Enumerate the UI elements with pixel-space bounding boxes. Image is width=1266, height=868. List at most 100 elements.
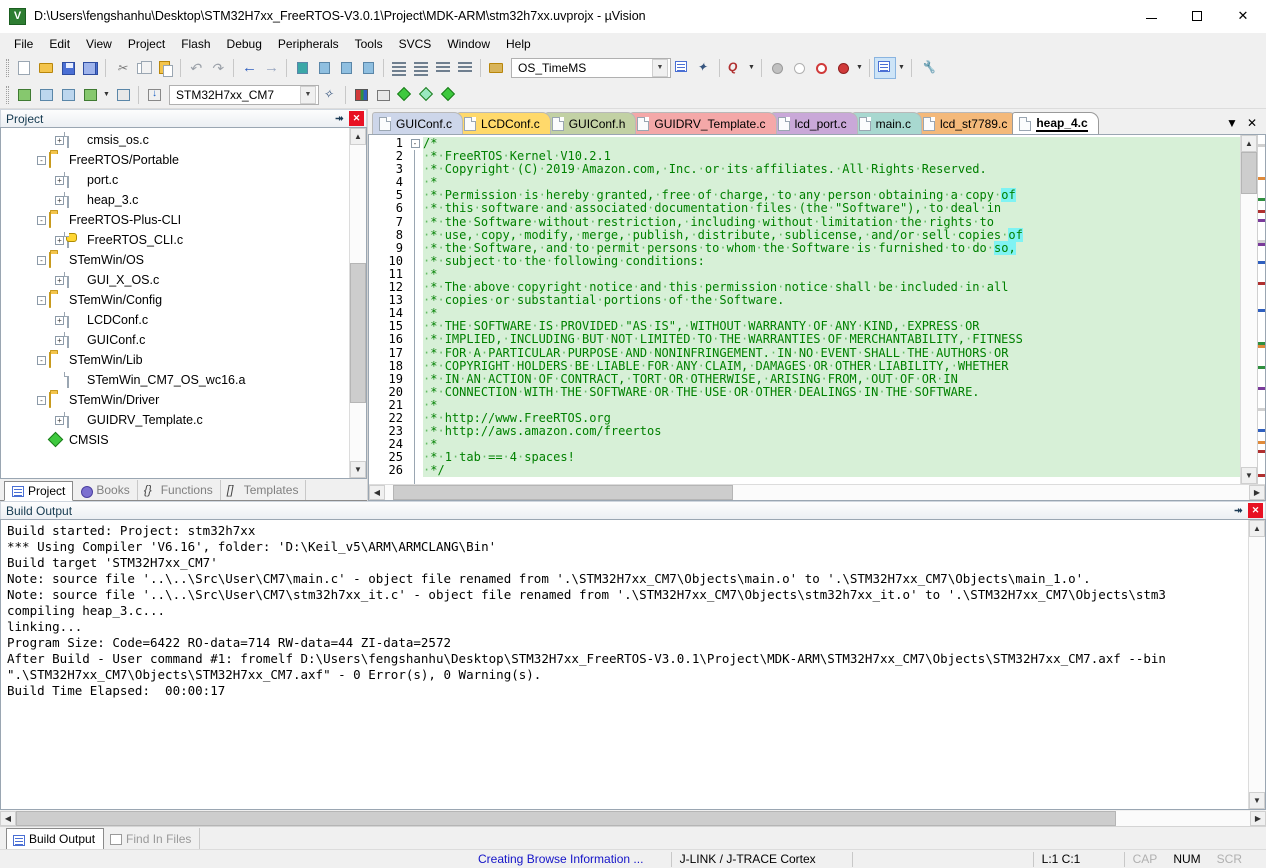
tree-item[interactable]: STemWin_CM7_OS_wc16.a [1, 370, 349, 390]
toolbar-grip[interactable] [6, 58, 9, 77]
undo-icon[interactable]: ↶ [185, 57, 207, 79]
scroll-up-icon[interactable]: ▲ [1241, 135, 1257, 152]
indent-right-icon[interactable] [388, 57, 410, 79]
scroll-track[interactable] [1241, 152, 1257, 467]
project-tree[interactable]: + cmsis_os.c - FreeRTOS/Portable + port.c + hea… [1, 128, 349, 478]
fold-toggle-icon[interactable]: - [407, 137, 423, 150]
tree-item[interactable]: + LCDConf.c [1, 310, 349, 330]
bookmark-nav-icon[interactable]: ✦ [693, 57, 715, 79]
expand-icon[interactable]: + [55, 335, 64, 345]
tab-books[interactable]: Books [73, 480, 138, 500]
expand-icon[interactable]: + [55, 235, 64, 245]
tree-item[interactable]: + GUI_X_OS.c [1, 270, 349, 290]
tree-item[interactable]: CMSIS [1, 430, 349, 450]
editor-tab[interactable]: GUIDRV_Template.c [630, 112, 777, 134]
editor-horizontal-scrollbar[interactable]: ◀ ▶ [369, 484, 1265, 500]
breakpoint-gray-icon[interactable] [766, 57, 788, 79]
tab-templates[interactable]: [] Templates [221, 480, 307, 500]
scroll-right-icon[interactable]: ▶ [1250, 810, 1266, 826]
rebuild-icon[interactable] [57, 84, 79, 106]
navigate-back-icon[interactable]: ← [238, 57, 260, 79]
expand-icon[interactable]: + [55, 195, 64, 205]
code-line[interactable]: ·*·IMPLIED,·INCLUDING·BUT·NOT·LIMITED·TO… [423, 333, 1240, 347]
tree-item[interactable]: + GUIConf.c [1, 330, 349, 350]
close-document-icon[interactable]: ✕ [1242, 113, 1262, 133]
collapse-icon[interactable]: - [37, 155, 46, 165]
code-text[interactable]: /* ·*·FreeRTOS·Kernel·V10.2.1 ·*·Copyright… [423, 135, 1240, 484]
expand-icon[interactable]: + [55, 315, 64, 325]
scroll-thumb[interactable] [1241, 152, 1257, 194]
scroll-down-icon[interactable]: ▼ [1241, 467, 1257, 484]
code-line[interactable]: ·*·this·software·and·associated·document… [423, 202, 1240, 216]
indent-left-icon[interactable] [410, 57, 432, 79]
fold-column[interactable]: - [407, 135, 423, 484]
tree-item[interactable]: - FreeRTOS/Portable [1, 150, 349, 170]
redo-icon[interactable]: ↷ [207, 57, 229, 79]
scroll-down-icon[interactable]: ▼ [350, 461, 366, 478]
menu-svcs[interactable]: SVCS [391, 35, 440, 53]
menu-file[interactable]: File [6, 35, 41, 53]
save-all-icon[interactable] [79, 57, 101, 79]
code-line[interactable]: ·*·http://aws.amazon.com/freertos [423, 424, 1240, 439]
code-line[interactable]: ·*·subject·to·the·following·conditions: [423, 254, 1240, 268]
collapse-icon[interactable]: - [37, 255, 46, 265]
os-event-combo[interactable]: OS_TimeMS ▼ [511, 57, 671, 78]
breakpoint-hollow-icon[interactable] [788, 57, 810, 79]
tree-item[interactable]: + port.c [1, 170, 349, 190]
tree-item[interactable]: + GUIDRV_Template.c [1, 410, 349, 430]
expand-icon[interactable]: + [55, 175, 64, 185]
menu-window[interactable]: Window [439, 35, 498, 53]
expand-icon[interactable]: + [55, 135, 64, 145]
build-icon[interactable] [35, 84, 57, 106]
code-line[interactable]: ·*·copies·or·substantial·portions·of·the… [423, 294, 1240, 308]
scroll-up-icon[interactable]: ▲ [350, 128, 366, 145]
scroll-up-icon[interactable]: ▲ [1249, 520, 1265, 537]
manage-project-items-icon[interactable] [372, 84, 394, 106]
scroll-track[interactable] [16, 810, 1250, 826]
previous-bookmark-icon[interactable] [335, 57, 357, 79]
save-icon[interactable] [57, 57, 79, 79]
collapse-icon[interactable]: - [37, 395, 46, 405]
open-file-icon[interactable] [35, 57, 57, 79]
package-icon[interactable] [438, 84, 460, 106]
magic-wand-icon[interactable]: ✧ [319, 84, 341, 106]
expand-icon[interactable]: + [55, 275, 64, 285]
tab-list-dropdown-icon[interactable]: ▼ [1222, 113, 1242, 133]
clear-bookmarks-icon[interactable] [357, 57, 379, 79]
code-line[interactable]: ·*·Copyright·(C)·2019·Amazon.com,·Inc.·o… [423, 163, 1240, 177]
chevron-down-icon[interactable]: ▼ [652, 58, 668, 77]
editor-minimap[interactable] [1257, 135, 1265, 484]
code-line[interactable]: ·*·the·Software·without·restriction,·inc… [423, 215, 1240, 229]
show-source-icon[interactable] [671, 57, 693, 79]
menu-peripherals[interactable]: Peripherals [270, 35, 347, 53]
minimize-button[interactable] [1128, 0, 1174, 33]
menu-project[interactable]: Project [120, 35, 173, 53]
select-software-packs-icon[interactable] [394, 84, 416, 106]
editor-tab[interactable]: main.c [851, 112, 922, 134]
batch-build-dropdown-icon[interactable]: ▼ [101, 84, 112, 106]
insert-tracepoint-icon[interactable] [485, 57, 507, 79]
breakpoint-kill-icon[interactable] [832, 57, 854, 79]
code-line[interactable]: ·*·IN·AN·ACTION·OF·CONTRACT,·TORT·OR·OTH… [423, 372, 1240, 386]
target-combo[interactable]: STM32H7xx_CM7 ▼ [169, 84, 319, 105]
scroll-left-icon[interactable]: ◀ [0, 810, 16, 826]
tree-item[interactable]: + cmsis_os.c [1, 130, 349, 150]
maximize-button[interactable] [1174, 0, 1220, 33]
tree-item[interactable]: - STemWin/Driver [1, 390, 349, 410]
code-line[interactable]: ·*·1·tab·==·4·spaces! [423, 451, 1240, 465]
editor-tab[interactable]: GUIConf.c [372, 112, 464, 134]
tab-find-in-files[interactable]: Find In Files [104, 828, 201, 849]
menu-view[interactable]: View [78, 35, 120, 53]
scroll-left-icon[interactable]: ◀ [369, 485, 385, 500]
manage-runtime-env-icon[interactable] [350, 84, 372, 106]
collapse-icon[interactable]: - [37, 215, 46, 225]
project-tree-scrollbar[interactable]: ▲ ▼ [349, 128, 366, 478]
comment-block-icon[interactable] [432, 57, 454, 79]
tree-item[interactable]: - STemWin/Lib [1, 350, 349, 370]
navigate-forward-icon[interactable]: → [260, 57, 282, 79]
build-output-text[interactable]: Build started: Project: stm32h7xx *** Usi… [1, 520, 1248, 809]
expand-icon[interactable]: + [55, 415, 64, 425]
collapse-icon[interactable]: - [37, 355, 46, 365]
editor-vertical-scrollbar[interactable]: ▲ ▼ [1240, 135, 1257, 484]
paste-icon[interactable] [154, 57, 176, 79]
